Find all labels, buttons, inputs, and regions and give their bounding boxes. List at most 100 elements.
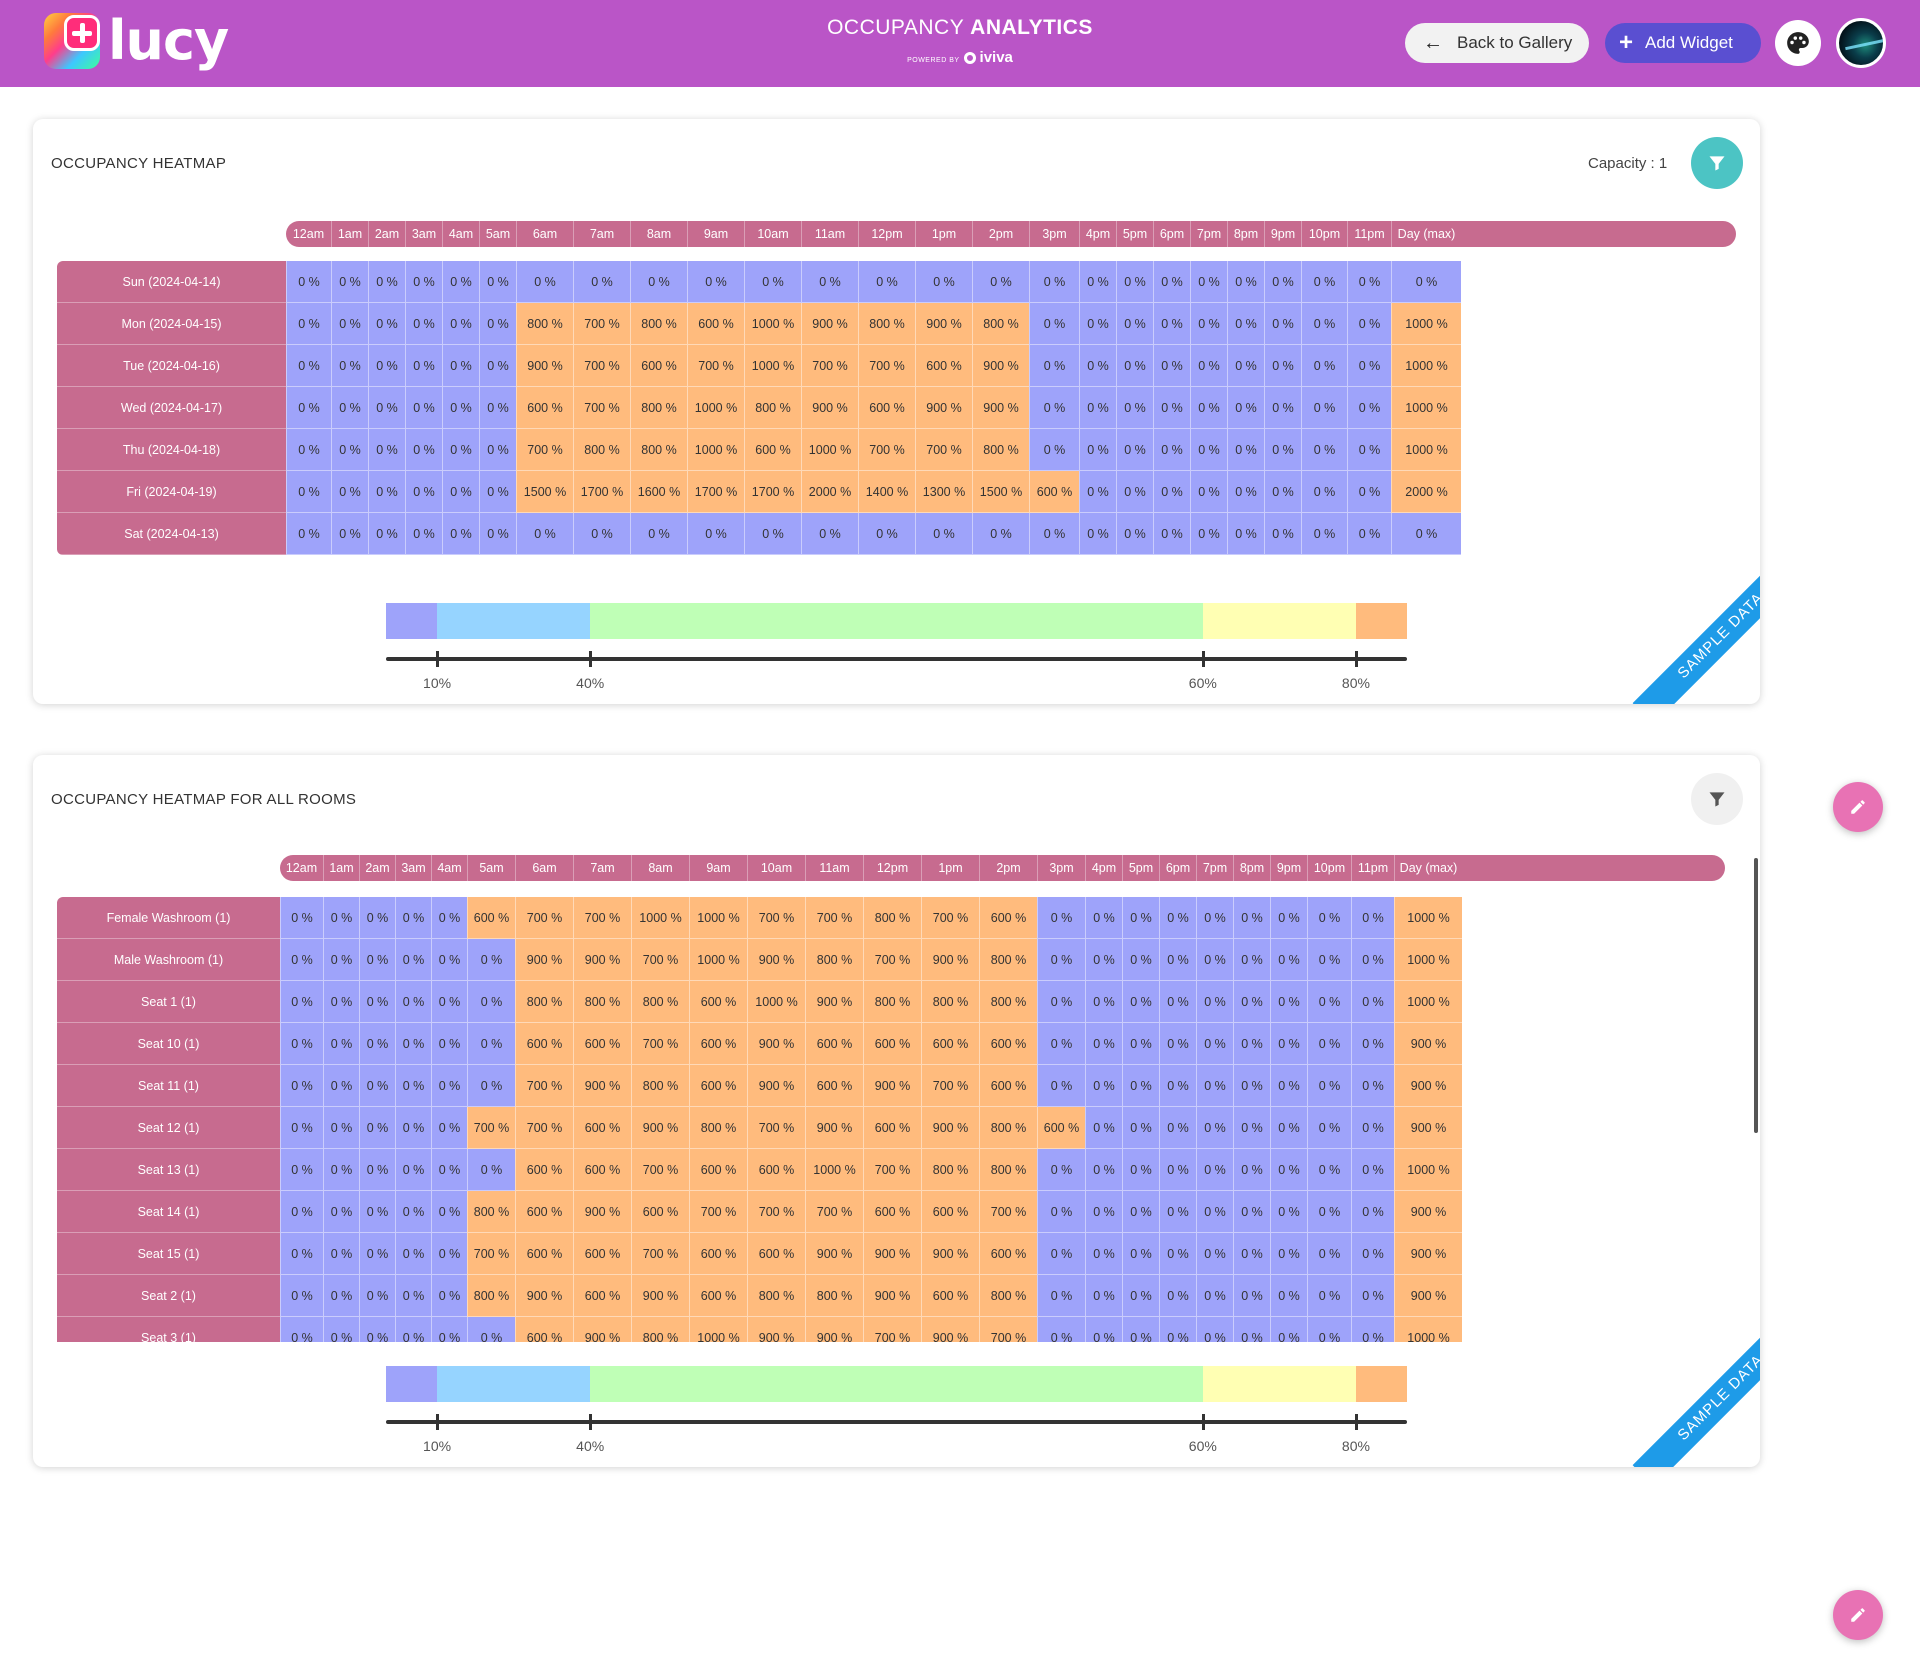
heatmap-cell[interactable]: 0 % <box>280 1149 323 1191</box>
filter-button[interactable] <box>1691 137 1743 189</box>
heatmap-cell[interactable]: 0 % <box>431 1107 467 1149</box>
heatmap-cell[interactable]: 0 % <box>858 513 915 555</box>
heatmap-cell[interactable]: 0 % <box>1233 897 1270 939</box>
heatmap-cell[interactable]: 0 % <box>801 513 858 555</box>
heatmap-cell[interactable]: 800 % <box>979 1107 1037 1149</box>
heatmap-cell[interactable]: 0 % <box>479 345 516 387</box>
heatmap-cell[interactable]: 0 % <box>1159 897 1196 939</box>
heatmap-cell[interactable]: 0 % <box>431 981 467 1023</box>
heatmap-cell[interactable]: 700 % <box>979 1191 1037 1233</box>
heatmap-cell[interactable]: 600 % <box>979 1023 1037 1065</box>
heatmap-cell[interactable]: 0 % <box>1116 303 1153 345</box>
heatmap-cell[interactable]: 0 % <box>1116 513 1153 555</box>
heatmap-cell[interactable]: 0 % <box>1233 1149 1270 1191</box>
heatmap-cell[interactable]: 0 % <box>1037 1317 1085 1342</box>
heatmap-cell[interactable]: 900 % <box>1394 1107 1462 1149</box>
heatmap-cell[interactable]: 800 % <box>805 1275 863 1317</box>
heatmap-cell[interactable]: 600 % <box>921 1191 979 1233</box>
heatmap-cell[interactable]: 0 % <box>1159 1149 1196 1191</box>
heatmap-cell[interactable]: 1000 % <box>687 429 744 471</box>
heatmap-cell[interactable]: 0 % <box>1079 303 1116 345</box>
heatmap-cell[interactable]: 0 % <box>1196 981 1233 1023</box>
heatmap-cell[interactable]: 0 % <box>323 939 359 981</box>
heatmap-cell[interactable]: 0 % <box>1307 897 1351 939</box>
heatmap-cell[interactable]: 1000 % <box>1394 897 1462 939</box>
heatmap-cell[interactable]: 800 % <box>979 1149 1037 1191</box>
heatmap-cell[interactable]: 0 % <box>1351 1317 1394 1342</box>
heatmap-cell[interactable]: 900 % <box>921 1233 979 1275</box>
heatmap-cell[interactable]: 0 % <box>1264 387 1301 429</box>
heatmap-cell[interactable]: 900 % <box>921 1107 979 1149</box>
heatmap-cell[interactable]: 0 % <box>1116 429 1153 471</box>
heatmap-cell[interactable]: 0 % <box>323 897 359 939</box>
heatmap-cell[interactable]: 0 % <box>405 471 442 513</box>
heatmap-cell[interactable]: 700 % <box>687 345 744 387</box>
heatmap-cell[interactable]: 0 % <box>368 513 405 555</box>
heatmap-cell[interactable]: 0 % <box>1233 1191 1270 1233</box>
heatmap-cell[interactable]: 0 % <box>687 261 744 303</box>
heatmap-cell[interactable]: 0 % <box>1227 345 1264 387</box>
heatmap-cell[interactable]: 0 % <box>467 1065 515 1107</box>
heatmap-cell[interactable]: 0 % <box>368 387 405 429</box>
heatmap-cell[interactable]: 0 % <box>323 1107 359 1149</box>
heatmap-cell[interactable]: 700 % <box>467 1107 515 1149</box>
heatmap-cell[interactable]: 0 % <box>1227 429 1264 471</box>
heatmap-cell[interactable]: 800 % <box>972 303 1029 345</box>
heatmap-cell[interactable]: 0 % <box>1159 1275 1196 1317</box>
heatmap-cell[interactable]: 0 % <box>915 261 972 303</box>
heatmap-cell[interactable]: 0 % <box>1153 345 1190 387</box>
heatmap-cell[interactable]: 800 % <box>744 387 801 429</box>
heatmap-cell[interactable]: 0 % <box>1037 1065 1085 1107</box>
heatmap-cell[interactable]: 1000 % <box>744 345 801 387</box>
heatmap-cell[interactable]: 0 % <box>1037 939 1085 981</box>
heatmap-cell[interactable]: 900 % <box>573 1191 631 1233</box>
heatmap-cell[interactable]: 0 % <box>1037 1191 1085 1233</box>
heatmap-cell[interactable]: 800 % <box>972 429 1029 471</box>
heatmap-cell[interactable]: 900 % <box>1394 1233 1462 1275</box>
heatmap-cell[interactable]: 0 % <box>359 1191 395 1233</box>
heatmap-cell[interactable]: 600 % <box>515 1233 573 1275</box>
heatmap-cell[interactable]: 800 % <box>747 1275 805 1317</box>
heatmap-cell[interactable]: 600 % <box>515 1191 573 1233</box>
heatmap-cell[interactable]: 900 % <box>747 1065 805 1107</box>
heatmap-cell[interactable]: 0 % <box>1270 939 1307 981</box>
heatmap-cell[interactable]: 0 % <box>1227 471 1264 513</box>
heatmap-cell[interactable]: 0 % <box>1029 387 1079 429</box>
heatmap-cell[interactable]: 0 % <box>431 1233 467 1275</box>
heatmap-cell[interactable]: 0 % <box>1196 1233 1233 1275</box>
heatmap-cell[interactable]: 0 % <box>431 1275 467 1317</box>
heatmap-cell[interactable]: 0 % <box>1116 261 1153 303</box>
heatmap-cell[interactable]: 0 % <box>323 1275 359 1317</box>
heatmap-cell[interactable]: 0 % <box>744 261 801 303</box>
heatmap-cell[interactable]: 700 % <box>921 1065 979 1107</box>
heatmap-cell[interactable]: 0 % <box>331 471 368 513</box>
heatmap-cell[interactable]: 0 % <box>1153 303 1190 345</box>
heatmap-cell[interactable]: 0 % <box>431 939 467 981</box>
heatmap-cell[interactable]: 600 % <box>921 1023 979 1065</box>
heatmap-cell[interactable]: 700 % <box>915 429 972 471</box>
heatmap-cell[interactable]: 0 % <box>395 1275 431 1317</box>
heatmap-cell[interactable]: 0 % <box>1351 981 1394 1023</box>
heatmap-cell[interactable]: 700 % <box>805 1191 863 1233</box>
heatmap-cell[interactable]: 1300 % <box>915 471 972 513</box>
heatmap-cell[interactable]: 0 % <box>1037 981 1085 1023</box>
heatmap-cell[interactable]: 0 % <box>1037 1023 1085 1065</box>
heatmap-cell[interactable]: 0 % <box>1122 939 1159 981</box>
heatmap-cell[interactable]: 800 % <box>863 981 921 1023</box>
heatmap-cell[interactable]: 0 % <box>1307 1317 1351 1342</box>
heatmap-cell[interactable]: 800 % <box>921 981 979 1023</box>
heatmap-cell[interactable]: 0 % <box>442 303 479 345</box>
heatmap-cell[interactable]: 700 % <box>747 1107 805 1149</box>
heatmap-cell[interactable]: 0 % <box>1116 387 1153 429</box>
heatmap-cell[interactable]: 0 % <box>1190 471 1227 513</box>
heatmap-cell[interactable]: 0 % <box>1347 429 1391 471</box>
heatmap-cell[interactable]: 0 % <box>431 1023 467 1065</box>
heatmap-cell[interactable]: 600 % <box>573 1107 631 1149</box>
heatmap-cell[interactable]: 700 % <box>863 1149 921 1191</box>
heatmap-cell[interactable]: 800 % <box>630 303 687 345</box>
heatmap-cell[interactable]: 700 % <box>515 1065 573 1107</box>
heatmap-cell[interactable]: 800 % <box>979 1275 1037 1317</box>
heatmap-cell[interactable]: 900 % <box>921 1317 979 1342</box>
heatmap-cell[interactable]: 0 % <box>1116 471 1153 513</box>
palette-button[interactable] <box>1775 20 1821 66</box>
